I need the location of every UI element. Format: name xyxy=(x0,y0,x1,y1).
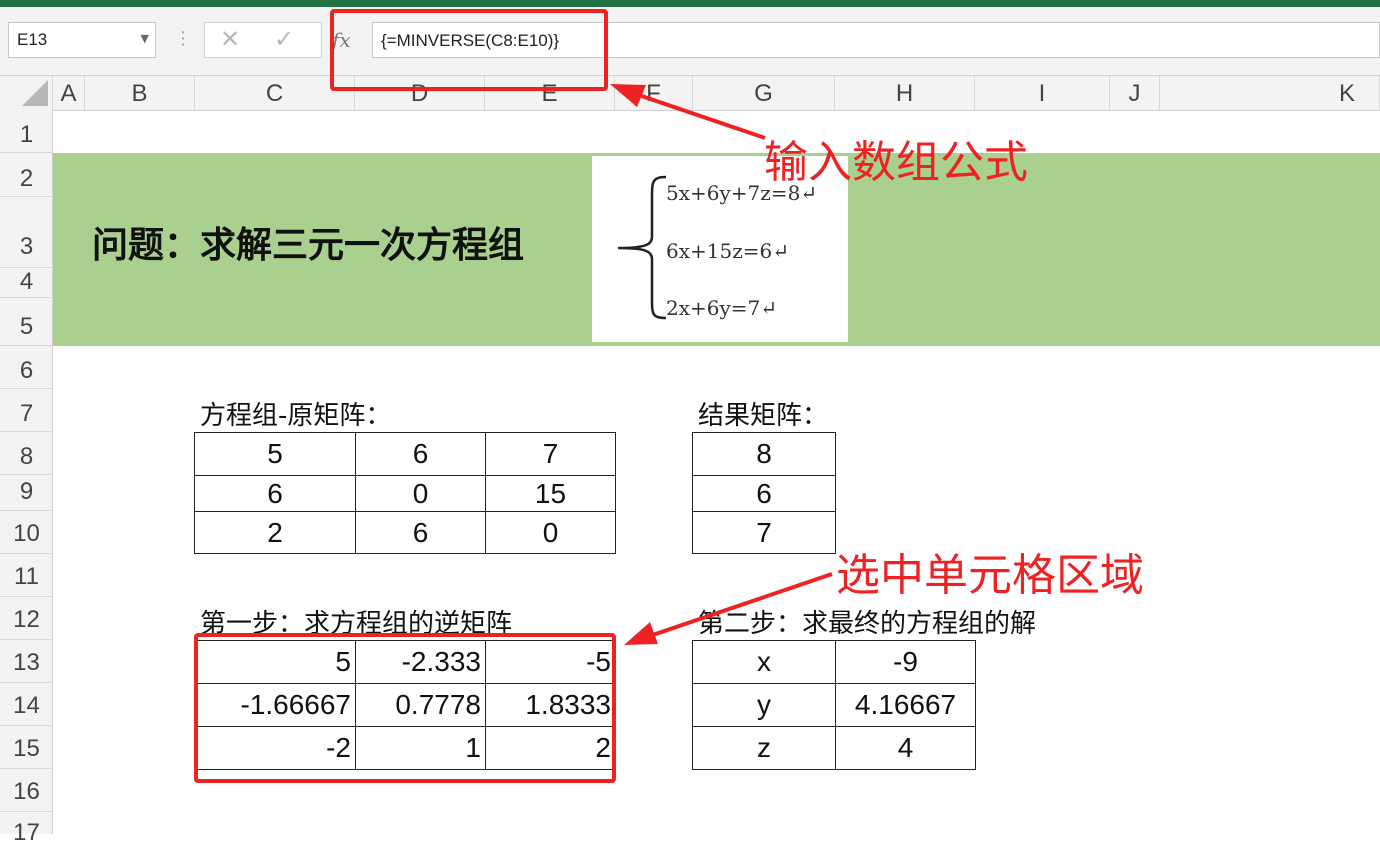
range-annotation: 选中单元格区域 xyxy=(836,550,1144,601)
annotation-arrows xyxy=(610,84,833,645)
formula-annotation: 输入数组公式 xyxy=(764,137,1028,188)
